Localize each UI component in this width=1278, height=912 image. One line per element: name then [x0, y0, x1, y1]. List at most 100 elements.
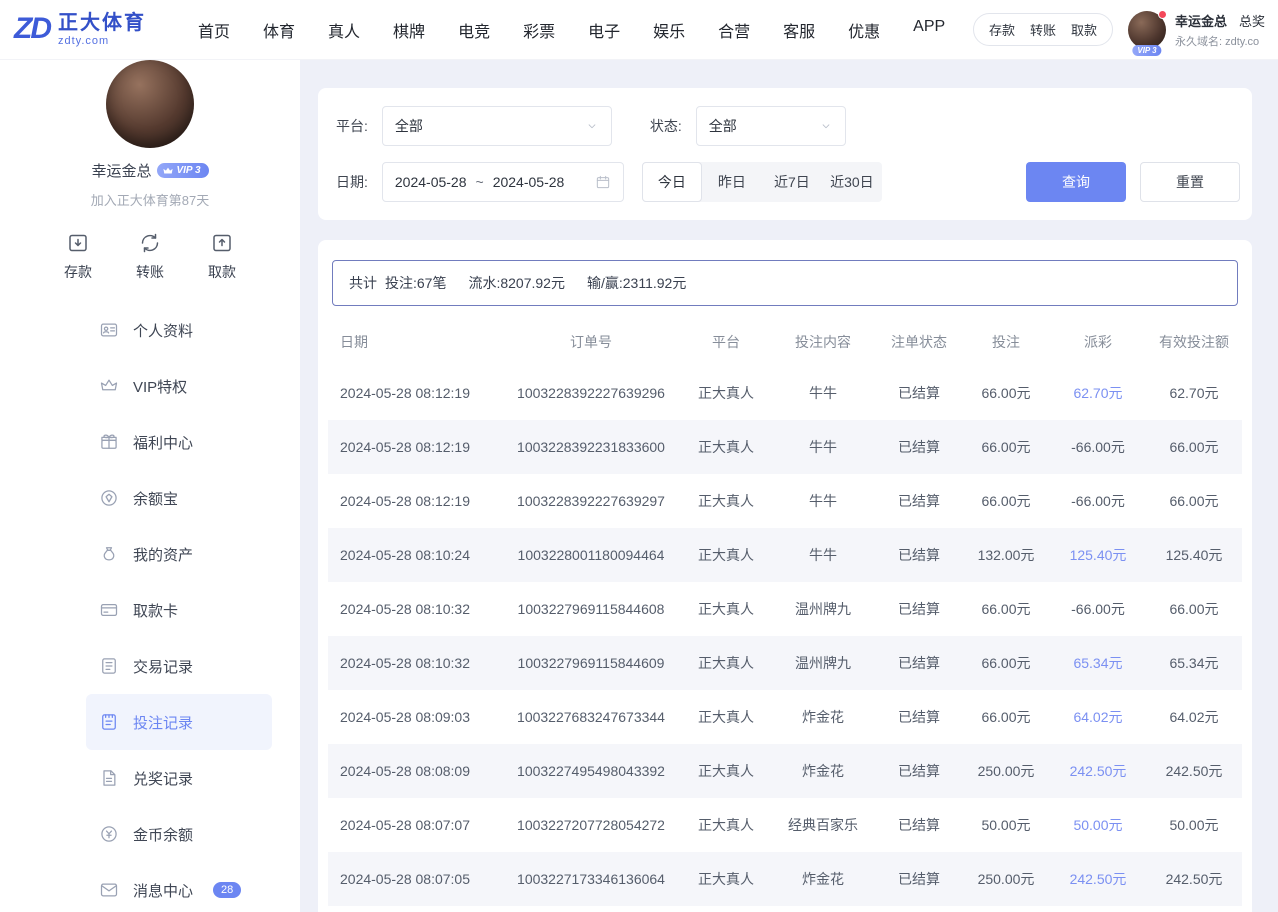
- quick-action[interactable]: 取款: [208, 231, 236, 282]
- bet-content-cell: 牛牛: [770, 437, 876, 457]
- table-body: 2024-05-28 08:12:19 1003228392227639296 …: [328, 366, 1242, 906]
- calendar-icon: [595, 174, 611, 190]
- platform-cell: 正大真人: [682, 437, 770, 457]
- nav-item[interactable]: 娱乐: [653, 18, 685, 42]
- bet-content-cell: 牛牛: [770, 491, 876, 511]
- table-row: 2024-05-28 08:08:09 1003227495498043392 …: [328, 744, 1242, 798]
- sidebar-item[interactable]: 兑奖记录: [86, 750, 272, 806]
- column-header: 平台: [682, 332, 770, 352]
- sidebar-item-label: VIP特权: [133, 376, 187, 397]
- table-row: 2024-05-28 08:07:07 1003227207728054272 …: [328, 798, 1242, 852]
- date-cell: 2024-05-28 08:10:24: [328, 547, 500, 563]
- sidebar-item[interactable]: 消息中心 28: [86, 862, 272, 912]
- payout-cell: -66.00元: [1050, 491, 1146, 511]
- table-row: 2024-05-28 08:10:32 1003227969115844608 …: [328, 582, 1242, 636]
- nav-item[interactable]: 真人: [328, 18, 360, 42]
- nav-item[interactable]: 优惠: [848, 18, 880, 42]
- bet-records-panel: 共计 投注:67笔 流水:8207.92元 输/赢:2311.92元 日期 订单…: [318, 240, 1252, 912]
- sidebar-item[interactable]: 取款卡: [86, 582, 272, 638]
- query-button[interactable]: 查询: [1026, 162, 1126, 202]
- column-header: 订单号: [500, 332, 682, 352]
- nav-item[interactable]: 彩票: [523, 18, 555, 42]
- bet-content-cell: 炸金花: [770, 869, 876, 889]
- status-cell: 已结算: [876, 437, 962, 457]
- quick-action[interactable]: 转账: [136, 231, 164, 282]
- nav-item[interactable]: 电竞: [458, 18, 490, 42]
- date-range-button[interactable]: 今日: [642, 162, 702, 202]
- date-cell: 2024-05-28 08:12:19: [328, 493, 500, 509]
- sidebar-item-label: 交易记录: [133, 656, 193, 677]
- unread-count-badge: 28: [213, 882, 241, 898]
- valid-bet-cell: 50.00元: [1146, 815, 1242, 835]
- sidebar-item[interactable]: VIP特权: [86, 358, 272, 414]
- redeem-doc-icon: [99, 768, 119, 788]
- date-range-input[interactable]: 2024-05-28 ~ 2024-05-28: [382, 162, 624, 202]
- date-cell: 2024-05-28 08:08:09: [328, 763, 500, 779]
- quick-action[interactable]: 存款: [64, 231, 92, 282]
- sidebar-item[interactable]: 我的资产: [86, 526, 272, 582]
- status-cell: 已结算: [876, 599, 962, 619]
- sidebar-item[interactable]: 交易记录: [86, 638, 272, 694]
- date-cell: 2024-05-28 08:07:05: [328, 871, 500, 887]
- profile-avatar[interactable]: [106, 60, 194, 148]
- deposit-icon: [66, 231, 90, 255]
- brand-domain: zdty.com: [58, 35, 146, 48]
- valid-bet-cell: 64.02元: [1146, 707, 1242, 727]
- reset-button[interactable]: 重置: [1140, 162, 1240, 202]
- order-number-cell: 1003228392227639296: [500, 385, 682, 401]
- withdraw-icon: [210, 231, 234, 255]
- bet-content-cell: 炸金花: [770, 707, 876, 727]
- brand-logo[interactable]: ZD 正大体育 zdty.com: [14, 12, 146, 48]
- sidebar-item[interactable]: 余额宝: [86, 470, 272, 526]
- platform-cell: 正大真人: [682, 491, 770, 511]
- sidebar-item[interactable]: 福利中心: [86, 414, 272, 470]
- platform-select[interactable]: 全部: [382, 106, 612, 146]
- wallet-action-link[interactable]: 存款: [989, 20, 1015, 39]
- platform-cell: 正大真人: [682, 761, 770, 781]
- bank-card-icon: [99, 600, 119, 620]
- date-cell: 2024-05-28 08:09:03: [328, 709, 500, 725]
- nav-item[interactable]: 合营: [718, 18, 750, 42]
- date-range-button[interactable]: 近30日: [822, 162, 882, 202]
- bet-amount-cell: 66.00元: [962, 707, 1050, 727]
- bet-amount-cell: 132.00元: [962, 545, 1050, 565]
- valid-bet-cell: 66.00元: [1146, 491, 1242, 511]
- vip-badge: VIP 3: [157, 163, 208, 178]
- order-number-cell: 1003227495498043392: [500, 763, 682, 779]
- nav-item[interactable]: 客服: [783, 18, 815, 42]
- nav-item[interactable]: 棋牌: [393, 18, 425, 42]
- payout-cell: 50.00元: [1050, 815, 1146, 835]
- date-range-button[interactable]: 近7日: [762, 162, 822, 202]
- date-cell: 2024-05-28 08:12:19: [328, 439, 500, 455]
- wallet-action-link[interactable]: 转账: [1030, 20, 1056, 39]
- user-chip[interactable]: VIP 3 幸运金总 总奖 永久域名: zdty.co: [1128, 11, 1278, 49]
- status-select[interactable]: 全部: [696, 106, 846, 146]
- bet-content-cell: 经典百家乐: [770, 815, 876, 835]
- order-number-cell: 1003227969115844609: [500, 655, 682, 671]
- table-row: 2024-05-28 08:07:05 1003227173346136064 …: [328, 852, 1242, 906]
- date-range-button[interactable]: 昨日: [702, 162, 762, 202]
- table-row: 2024-05-28 08:10:32 1003227969115844609 …: [328, 636, 1242, 690]
- column-header: 投注: [962, 332, 1050, 352]
- list-icon: [99, 656, 119, 676]
- nav-item[interactable]: 体育: [263, 18, 295, 42]
- sidebar-item[interactable]: 金币余额: [86, 806, 272, 862]
- date-separator: ~: [476, 174, 484, 190]
- quick-actions: 存款 转账 取款: [0, 231, 300, 282]
- valid-bet-cell: 66.00元: [1146, 437, 1242, 457]
- platform-cell: 正大真人: [682, 545, 770, 565]
- nav-item[interactable]: 电子: [588, 18, 620, 42]
- bet-amount-cell: 250.00元: [962, 869, 1050, 889]
- wallet-action-link[interactable]: 取款: [1071, 20, 1097, 39]
- quick-action-label: 存款: [64, 262, 92, 282]
- sidebar-item[interactable]: 投注记录: [86, 694, 272, 750]
- sidebar-item[interactable]: 个人资料: [86, 302, 272, 358]
- nav-item[interactable]: APP: [913, 18, 945, 42]
- status-cell: 已结算: [876, 869, 962, 889]
- valid-bet-cell: 242.50元: [1146, 761, 1242, 781]
- user-name: 幸运金总: [1175, 11, 1227, 30]
- vip-badge: VIP 3: [1132, 45, 1161, 56]
- nav-item[interactable]: 首页: [198, 18, 230, 42]
- valid-bet-cell: 66.00元: [1146, 599, 1242, 619]
- envelope-icon: [99, 880, 119, 900]
